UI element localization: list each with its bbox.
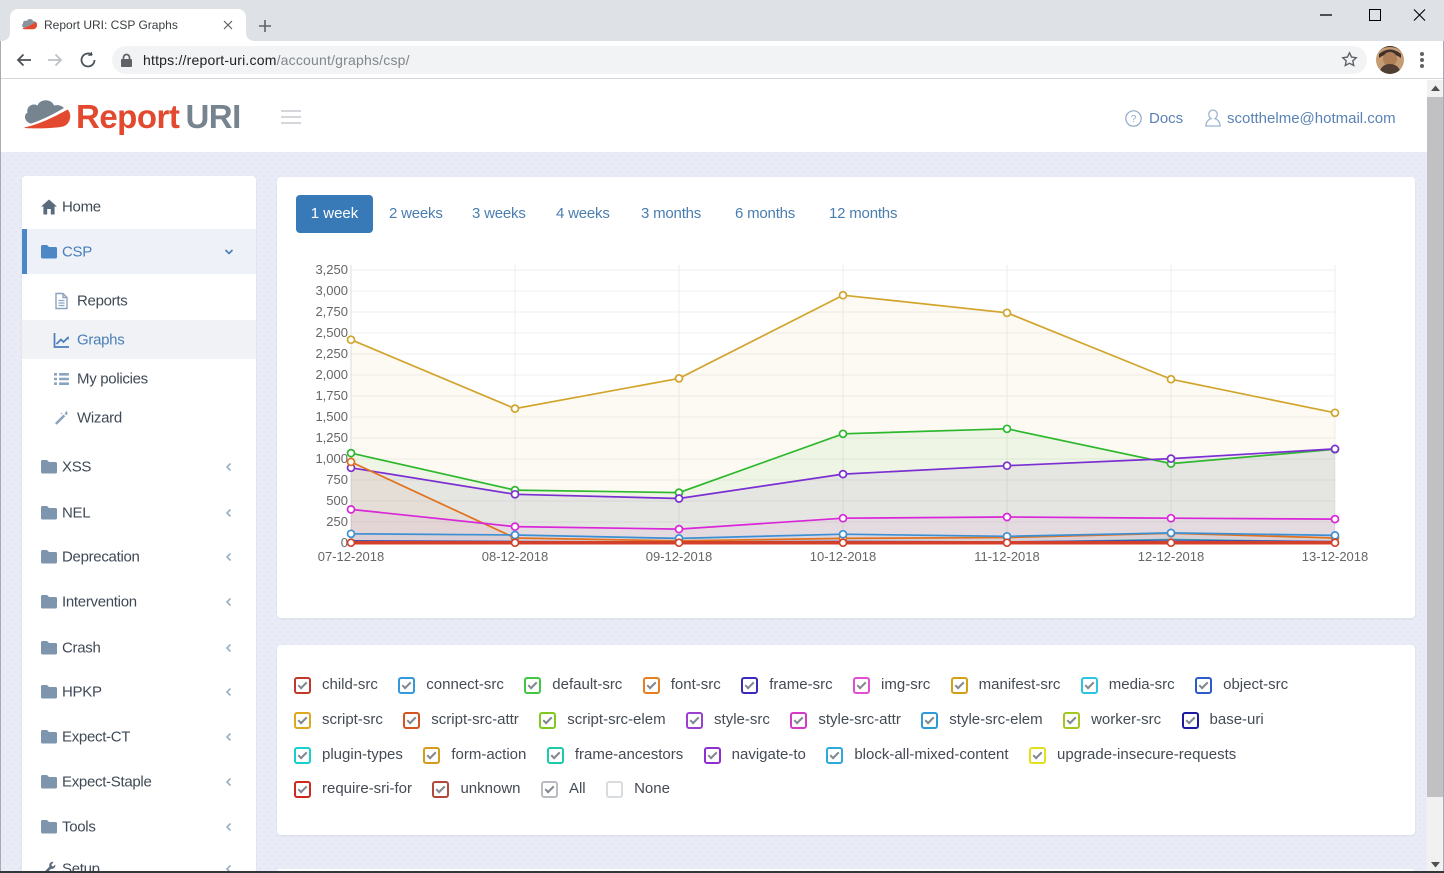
svg-text:07-12-2018: 07-12-2018 bbox=[318, 549, 385, 564]
svg-text:11-12-2018: 11-12-2018 bbox=[974, 549, 1040, 564]
svg-text:2,750: 2,750 bbox=[315, 304, 348, 319]
svg-text:08-12-2018: 08-12-2018 bbox=[482, 549, 549, 564]
svg-text:250: 250 bbox=[326, 514, 348, 529]
svg-text:1,500: 1,500 bbox=[315, 409, 348, 424]
svg-text:10-12-2018: 10-12-2018 bbox=[810, 549, 877, 564]
svg-text:?: ? bbox=[1131, 114, 1137, 125]
svg-text:13-12-2018: 13-12-2018 bbox=[1302, 549, 1369, 564]
svg-text:09-12-2018: 09-12-2018 bbox=[646, 549, 713, 564]
svg-text:3,000: 3,000 bbox=[315, 283, 348, 298]
svg-text:12-12-2018: 12-12-2018 bbox=[1138, 549, 1205, 564]
svg-text:2,500: 2,500 bbox=[315, 325, 348, 340]
svg-text:1,000: 1,000 bbox=[315, 451, 348, 466]
svg-text:500: 500 bbox=[326, 493, 348, 508]
svg-text:2,000: 2,000 bbox=[315, 367, 348, 382]
svg-text:2,250: 2,250 bbox=[315, 346, 348, 361]
svg-text:750: 750 bbox=[326, 472, 348, 487]
svg-text:1,750: 1,750 bbox=[315, 388, 348, 403]
svg-text:1,250: 1,250 bbox=[315, 430, 348, 445]
svg-text:3,250: 3,250 bbox=[315, 262, 348, 277]
